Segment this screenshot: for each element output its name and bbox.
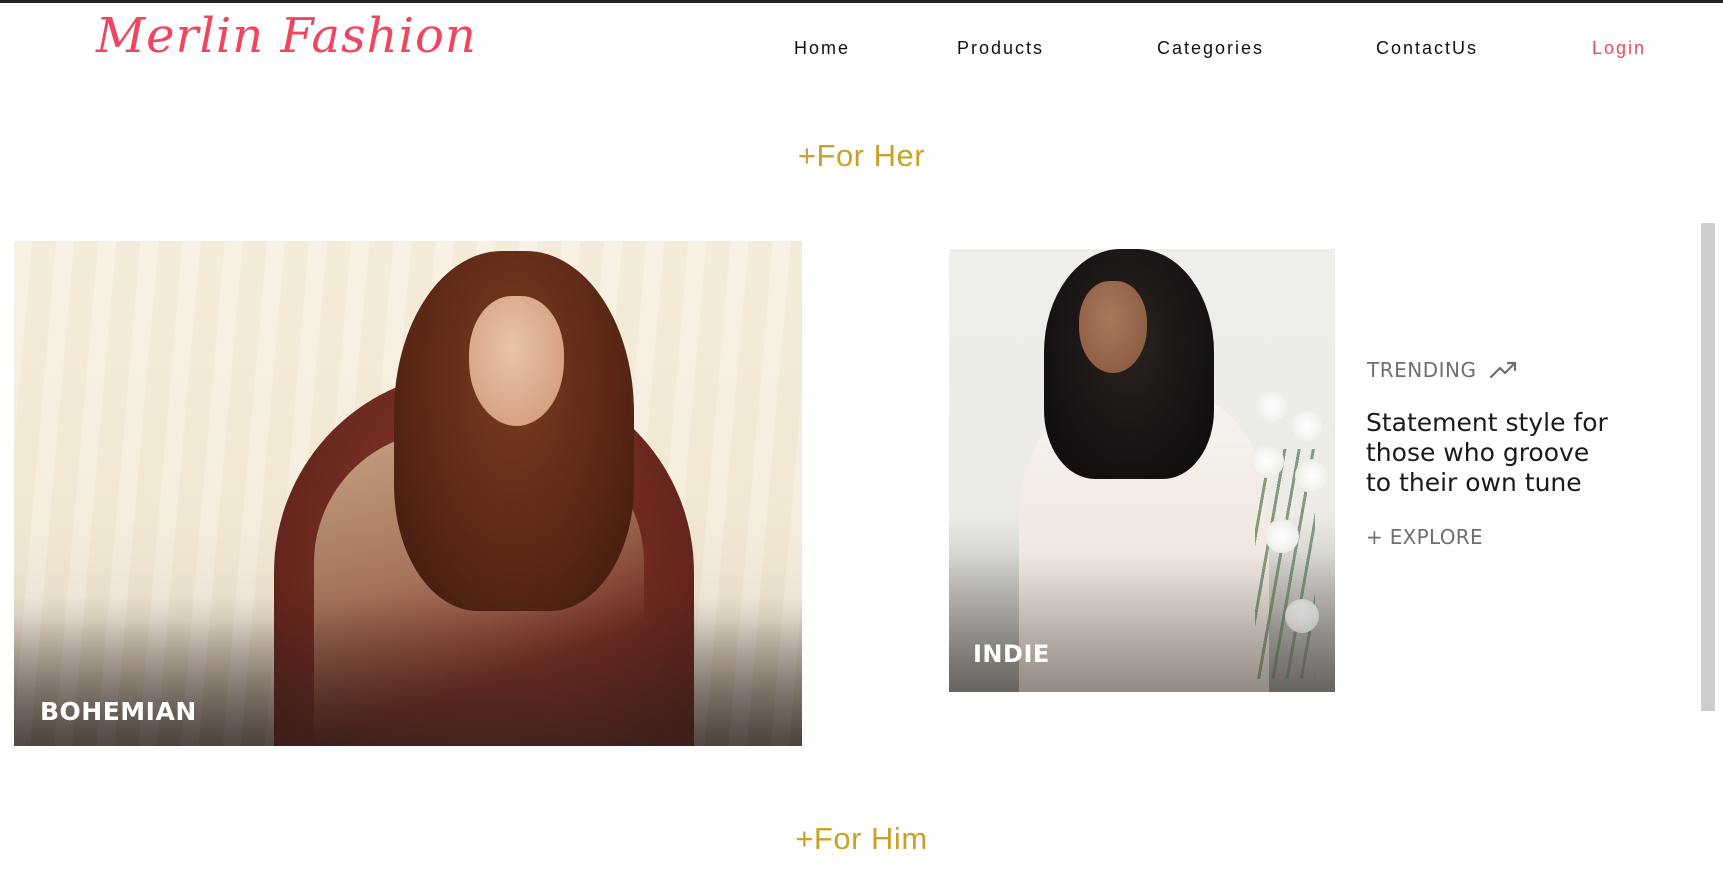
indie-label: INDIE <box>973 640 1050 668</box>
main-nav: Home Products Categories ContactUs Login <box>0 38 1723 60</box>
nav-contactus-link[interactable]: ContactUs <box>1376 38 1478 59</box>
headline-line-1: Statement style for <box>1366 408 1608 437</box>
trending-label: TRENDING <box>1367 358 1477 382</box>
trending-up-icon <box>1489 361 1517 379</box>
photo-shade <box>949 552 1335 692</box>
bohemian-card[interactable]: BOHEMIAN <box>14 241 802 746</box>
top-border <box>0 0 1723 3</box>
bohemian-label: BOHEMIAN <box>40 697 197 726</box>
nav-categories-link[interactable]: Categories <box>1157 38 1264 59</box>
model-face <box>469 296 564 426</box>
explore-link[interactable]: + EXPLORE <box>1366 525 1483 549</box>
promo-headline: Statement style for those who groove to … <box>1366 408 1686 498</box>
for-him-heading[interactable]: +For Him <box>0 821 1723 857</box>
for-her-heading[interactable]: +For Her <box>0 138 1723 174</box>
scrollbar[interactable] <box>1701 223 1715 711</box>
nav-login-link[interactable]: Login <box>1592 38 1646 59</box>
headline-line-3: to their own tune <box>1366 468 1582 497</box>
model-face <box>1079 281 1147 373</box>
nav-products-link[interactable]: Products <box>957 38 1044 59</box>
indie-card[interactable]: INDIE <box>949 249 1335 692</box>
nav-home-link[interactable]: Home <box>794 38 850 59</box>
headline-line-2: those who groove <box>1366 438 1590 467</box>
